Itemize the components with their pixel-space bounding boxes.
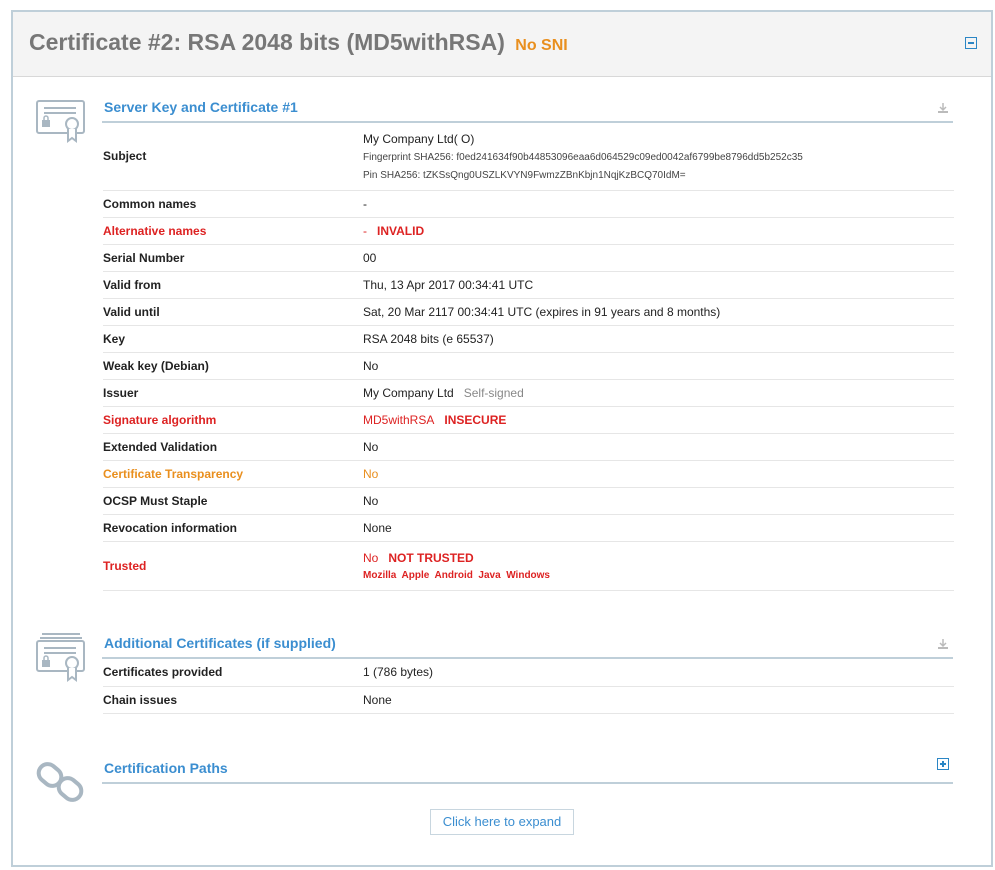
ocsp-label: OCSP Must Staple bbox=[103, 487, 363, 515]
table-row: OCSP Must Staple No bbox=[103, 487, 954, 515]
serial-value: 00 bbox=[363, 244, 954, 272]
certificates-stack-icon bbox=[36, 633, 85, 682]
no-sni-badge: No SNI bbox=[515, 37, 568, 54]
trusted-value: No NOT TRUSTED Mozilla Apple Android Jav… bbox=[363, 541, 954, 591]
trust-stores: Mozilla Apple Android Java Windows bbox=[363, 570, 954, 581]
table-row: Trusted No NOT TRUSTED Mozilla Apple And… bbox=[103, 541, 954, 591]
ev-label: Extended Validation bbox=[103, 433, 363, 461]
serial-label: Serial Number bbox=[103, 244, 363, 272]
sig-alg-value: MD5withRSA INSECURE bbox=[363, 406, 954, 434]
chain-link-icon bbox=[36, 762, 84, 802]
issuer-label: Issuer bbox=[103, 379, 363, 407]
table-row: Valid until Sat, 20 Mar 2117 00:34:41 UT… bbox=[103, 298, 954, 326]
trust-store-apple[interactable]: Apple bbox=[402, 570, 430, 581]
alt-names-flag: INVALID bbox=[377, 223, 425, 238]
subject-fingerprint: Fingerprint SHA256: f0ed241634f90b448530… bbox=[363, 151, 803, 163]
table-row: Certificates provided 1 (786 bytes) bbox=[103, 659, 954, 687]
valid-from-label: Valid from bbox=[103, 271, 363, 299]
issuer-value: My Company Ltd Self-signed bbox=[363, 379, 954, 407]
trusted-label: Trusted bbox=[103, 541, 363, 591]
revocation-value: None bbox=[363, 514, 954, 542]
certificate-title: Certificate #2: RSA 2048 bits (MD5withRS… bbox=[29, 29, 568, 56]
cert-paths-divider bbox=[102, 782, 953, 784]
valid-until-value: Sat, 20 Mar 2117 00:34:41 UTC (expires i… bbox=[363, 298, 954, 326]
table-row: Subject My Company Ltd( O) Fingerprint S… bbox=[103, 123, 954, 191]
additional-certs-table: Certificates provided 1 (786 bytes) Chai… bbox=[103, 659, 954, 714]
download-icon[interactable] bbox=[937, 638, 949, 650]
ocsp-value: No bbox=[363, 487, 954, 515]
table-row: Signature algorithm MD5withRSA INSECURE bbox=[103, 406, 954, 434]
certificate-icon bbox=[36, 100, 85, 143]
ct-label: Certificate Transparency bbox=[103, 460, 363, 488]
certificate-header: Certificate #2: RSA 2048 bits (MD5withRS… bbox=[13, 12, 991, 77]
common-names-value: - bbox=[363, 190, 954, 218]
valid-until-label: Valid until bbox=[103, 298, 363, 326]
revocation-label: Revocation information bbox=[103, 514, 363, 542]
certs-provided-label: Certificates provided bbox=[103, 659, 363, 687]
collapse-icon[interactable] bbox=[965, 37, 977, 49]
table-row: Alternative names - INVALID bbox=[103, 217, 954, 245]
issuer-name: My Company Ltd bbox=[363, 385, 454, 400]
weak-key-value: No bbox=[363, 352, 954, 380]
download-icon[interactable] bbox=[937, 102, 949, 114]
trusted-no: No bbox=[363, 550, 379, 565]
trust-store-java[interactable]: Java bbox=[478, 570, 500, 581]
chain-issues-label: Chain issues bbox=[103, 686, 363, 714]
trust-store-mozilla[interactable]: Mozilla bbox=[363, 570, 396, 581]
table-row: Issuer My Company Ltd Self-signed bbox=[103, 379, 954, 407]
expand-paths-button[interactable]: Click here to expand bbox=[430, 809, 574, 835]
subject-label: Subject bbox=[103, 123, 363, 191]
table-row: Extended Validation No bbox=[103, 433, 954, 461]
additional-certs-title: Additional Certificates (if supplied) bbox=[104, 635, 336, 651]
ev-value: No bbox=[363, 433, 954, 461]
table-row: Revocation information None bbox=[103, 514, 954, 542]
alt-names-label: Alternative names bbox=[103, 217, 363, 245]
key-value: RSA 2048 bits (e 65537) bbox=[363, 325, 954, 353]
table-row: Serial Number 00 bbox=[103, 244, 954, 272]
trusted-flag: NOT TRUSTED bbox=[388, 550, 474, 565]
ct-value: No bbox=[363, 460, 954, 488]
trust-store-android[interactable]: Android bbox=[435, 570, 473, 581]
subject-value: My Company Ltd( O) Fingerprint SHA256: f… bbox=[363, 123, 954, 191]
expand-plus-icon[interactable] bbox=[937, 758, 949, 770]
common-names-label: Common names bbox=[103, 190, 363, 218]
table-row: Common names - bbox=[103, 190, 954, 218]
certs-provided-value: 1 (786 bytes) bbox=[363, 659, 954, 687]
weak-key-label: Weak key (Debian) bbox=[103, 352, 363, 380]
alt-names-dash: - bbox=[363, 223, 367, 238]
subject-name: My Company Ltd( O) bbox=[363, 131, 475, 146]
server-cert-table: Subject My Company Ltd( O) Fingerprint S… bbox=[103, 123, 954, 591]
server-cert-title: Server Key and Certificate #1 bbox=[104, 99, 298, 115]
table-row: Chain issues None bbox=[103, 686, 954, 714]
sig-alg-name: MD5withRSA bbox=[363, 412, 435, 427]
trust-store-windows[interactable]: Windows bbox=[506, 570, 550, 581]
chain-issues-value: None bbox=[363, 686, 954, 714]
alt-names-value: - INVALID bbox=[363, 217, 954, 245]
table-row: Certificate Transparency No bbox=[103, 460, 954, 488]
issuer-note: Self-signed bbox=[463, 385, 524, 400]
table-row: Weak key (Debian) No bbox=[103, 352, 954, 380]
table-row: Valid from Thu, 13 Apr 2017 00:34:41 UTC bbox=[103, 271, 954, 299]
cert-paths-title: Certification Paths bbox=[104, 760, 228, 776]
key-label: Key bbox=[103, 325, 363, 353]
certificate-title-text: Certificate #2: RSA 2048 bits (MD5withRS… bbox=[29, 29, 505, 55]
valid-from-value: Thu, 13 Apr 2017 00:34:41 UTC bbox=[363, 271, 954, 299]
table-row: Key RSA 2048 bits (e 65537) bbox=[103, 325, 954, 353]
subject-pin: Pin SHA256: tZKSsQng0USZLKVYN9FwmzZBnKbj… bbox=[363, 169, 686, 181]
sig-alg-label: Signature algorithm bbox=[103, 406, 363, 434]
trusted-status: No NOT TRUSTED bbox=[363, 551, 954, 565]
sig-alg-flag: INSECURE bbox=[444, 412, 507, 427]
